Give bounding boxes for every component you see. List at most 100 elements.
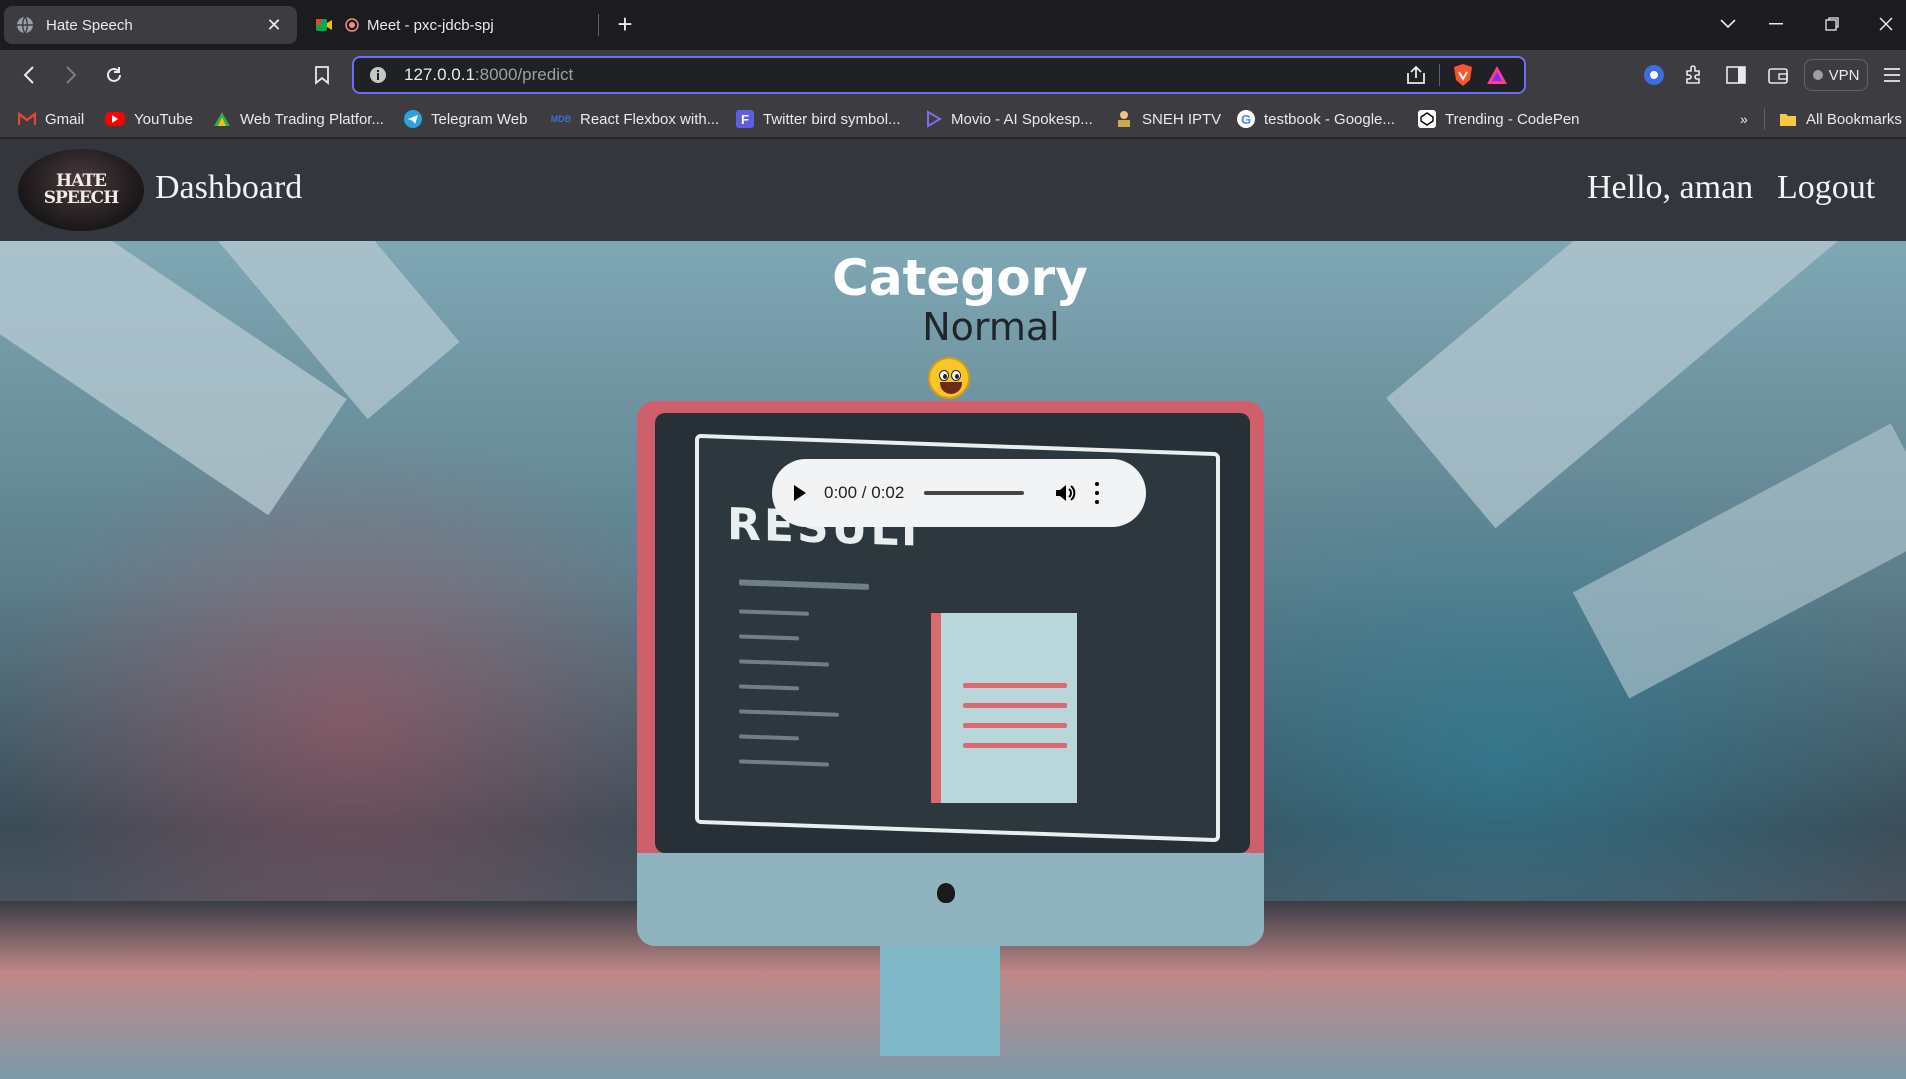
bookmark-label: SNEH IPTV bbox=[1142, 110, 1222, 128]
bookmark-codepen[interactable]: Trending - CodePen bbox=[1418, 108, 1580, 130]
wallet-icon[interactable] bbox=[1766, 63, 1790, 87]
tab-search-icon[interactable] bbox=[1708, 8, 1748, 40]
bookmark-gmail[interactable]: Gmail bbox=[18, 108, 84, 130]
site-navbar: HATE SPEECH Dashboard Hello, aman Logout bbox=[0, 139, 1906, 241]
grinning-face-icon bbox=[928, 357, 970, 399]
screen-line bbox=[739, 659, 829, 667]
google-icon: G bbox=[1237, 110, 1255, 128]
bookmark-label: Movio - AI Spokesp... bbox=[951, 110, 1093, 128]
bookmark-page-icon[interactable] bbox=[307, 60, 337, 90]
bookmarks-overflow-button[interactable]: » bbox=[1740, 108, 1748, 130]
screen-line bbox=[739, 609, 809, 616]
emoji-eye bbox=[951, 370, 961, 381]
play-icon[interactable] bbox=[794, 485, 806, 501]
category-heading: Category bbox=[832, 249, 1088, 307]
tab-title: Meet - pxc-jdcb-spj bbox=[367, 16, 494, 34]
url-text: 127.0.0.1:8000/predict bbox=[404, 65, 574, 84]
bookmarks-bar: Gmail YouTube Web Trading Platfor... Tel… bbox=[0, 100, 1906, 138]
meet-icon bbox=[316, 19, 332, 31]
browser-toolbar: 127.0.0.1:8000/predict VPN bbox=[0, 50, 1906, 100]
bookmark-label: Twitter bird symbol... bbox=[763, 110, 901, 128]
restore-button[interactable] bbox=[1812, 8, 1852, 40]
minimize-button[interactable] bbox=[1756, 8, 1796, 40]
more-options-icon[interactable] bbox=[1094, 482, 1100, 504]
vpn-status-icon bbox=[1812, 70, 1823, 80]
bookmark-label: YouTube bbox=[134, 110, 193, 128]
menu-icon[interactable] bbox=[1880, 63, 1904, 87]
all-bookmarks-button[interactable]: All Bookmarks bbox=[1779, 108, 1902, 130]
extensions-icon[interactable] bbox=[1682, 63, 1706, 87]
bookmark-label: All Bookmarks bbox=[1806, 110, 1902, 128]
document-line bbox=[963, 723, 1067, 728]
sidebar-icon[interactable] bbox=[1724, 63, 1748, 87]
bookmark-react-flexbox[interactable]: MDB React Flexbox with... bbox=[551, 108, 719, 130]
tab-divider bbox=[598, 14, 599, 36]
youtube-icon bbox=[105, 112, 125, 126]
vpn-button[interactable]: VPN bbox=[1804, 59, 1868, 91]
codepen-icon bbox=[1418, 110, 1436, 128]
gmail-icon bbox=[18, 110, 36, 128]
screen-line bbox=[739, 734, 799, 741]
bookmark-movio[interactable]: Movio - AI Spokesp... bbox=[924, 108, 1093, 130]
prediction-label: Normal bbox=[922, 305, 1060, 349]
tab-strip: Hate Speech ✕ Meet - pxc-jdcb-spj + bbox=[0, 0, 1906, 50]
emoji-mouth bbox=[940, 382, 962, 394]
mdb-icon: MDB bbox=[550, 114, 572, 124]
bookmark-testbook[interactable]: G testbook - Google... bbox=[1237, 108, 1395, 130]
divider bbox=[1764, 108, 1765, 130]
bookmark-label: React Flexbox with... bbox=[580, 110, 720, 128]
globe-icon bbox=[17, 16, 33, 34]
site-logo[interactable]: HATE SPEECH bbox=[18, 149, 144, 231]
telegram-icon bbox=[404, 110, 422, 128]
back-button[interactable] bbox=[14, 60, 44, 90]
recording-icon bbox=[345, 18, 359, 32]
screen-line bbox=[739, 709, 839, 717]
emoji-eye bbox=[939, 370, 949, 381]
bookmark-label: Telegram Web bbox=[431, 110, 528, 128]
tab-hate-speech[interactable]: Hate Speech ✕ bbox=[4, 6, 297, 44]
user-greeting: Hello, aman bbox=[1587, 169, 1754, 206]
screen-line bbox=[739, 684, 799, 691]
bookmark-label: Web Trading Platfor... bbox=[240, 110, 384, 128]
logo-text: HATE SPEECH bbox=[43, 171, 120, 208]
close-tab-icon[interactable]: ✕ bbox=[263, 15, 285, 36]
document-line bbox=[963, 743, 1067, 748]
reload-button[interactable] bbox=[99, 60, 129, 90]
hero-background: RESULT Category Normal 0:00 / 0:02 bbox=[0, 241, 1906, 1079]
tab-meet[interactable]: Meet - pxc-jdcb-spj bbox=[303, 6, 598, 44]
monitor-stand bbox=[880, 946, 1000, 1056]
trading-icon bbox=[213, 110, 231, 128]
logout-link[interactable]: Logout bbox=[1777, 169, 1875, 207]
page-viewport: HATE SPEECH Dashboard Hello, aman Logout … bbox=[0, 139, 1906, 1079]
close-window-button[interactable] bbox=[1866, 8, 1906, 40]
audio-seek-slider[interactable] bbox=[924, 491, 1025, 495]
apple-logo-icon bbox=[937, 883, 955, 903]
forward-button[interactable] bbox=[56, 60, 86, 90]
brave-rewards-icon[interactable] bbox=[1486, 65, 1508, 85]
profile-extension-icon[interactable] bbox=[1642, 63, 1666, 87]
share-icon[interactable] bbox=[1405, 65, 1427, 85]
document-line bbox=[963, 703, 1067, 708]
iptv-icon bbox=[1115, 110, 1133, 128]
site-info-icon[interactable] bbox=[368, 65, 388, 85]
new-tab-button[interactable]: + bbox=[612, 10, 638, 40]
address-bar[interactable]: 127.0.0.1:8000/predict bbox=[352, 56, 1526, 94]
screen-line bbox=[739, 579, 869, 590]
bookmark-telegram[interactable]: Telegram Web bbox=[404, 108, 527, 130]
f-icon: F bbox=[736, 110, 754, 128]
bookmark-twitter-bird[interactable]: F Twitter bird symbol... bbox=[736, 108, 901, 130]
bookmark-label: Trending - CodePen bbox=[1445, 110, 1580, 128]
vpn-label: VPN bbox=[1828, 66, 1860, 84]
bookmark-web-trading[interactable]: Web Trading Platfor... bbox=[213, 108, 384, 130]
bookmark-sneh-iptv[interactable]: SNEH IPTV bbox=[1115, 108, 1221, 130]
tab-title: Hate Speech bbox=[46, 16, 133, 34]
audio-player[interactable]: 0:00 / 0:02 bbox=[772, 459, 1146, 527]
brave-shields-icon[interactable] bbox=[1452, 63, 1474, 87]
movio-icon bbox=[924, 110, 942, 128]
audio-time: 0:00 / 0:02 bbox=[824, 483, 905, 502]
divider bbox=[1439, 64, 1440, 86]
dashboard-link[interactable]: Dashboard bbox=[155, 169, 302, 207]
monitor-chin bbox=[637, 853, 1264, 946]
volume-icon[interactable] bbox=[1054, 482, 1076, 504]
bookmark-youtube[interactable]: YouTube bbox=[105, 108, 193, 130]
